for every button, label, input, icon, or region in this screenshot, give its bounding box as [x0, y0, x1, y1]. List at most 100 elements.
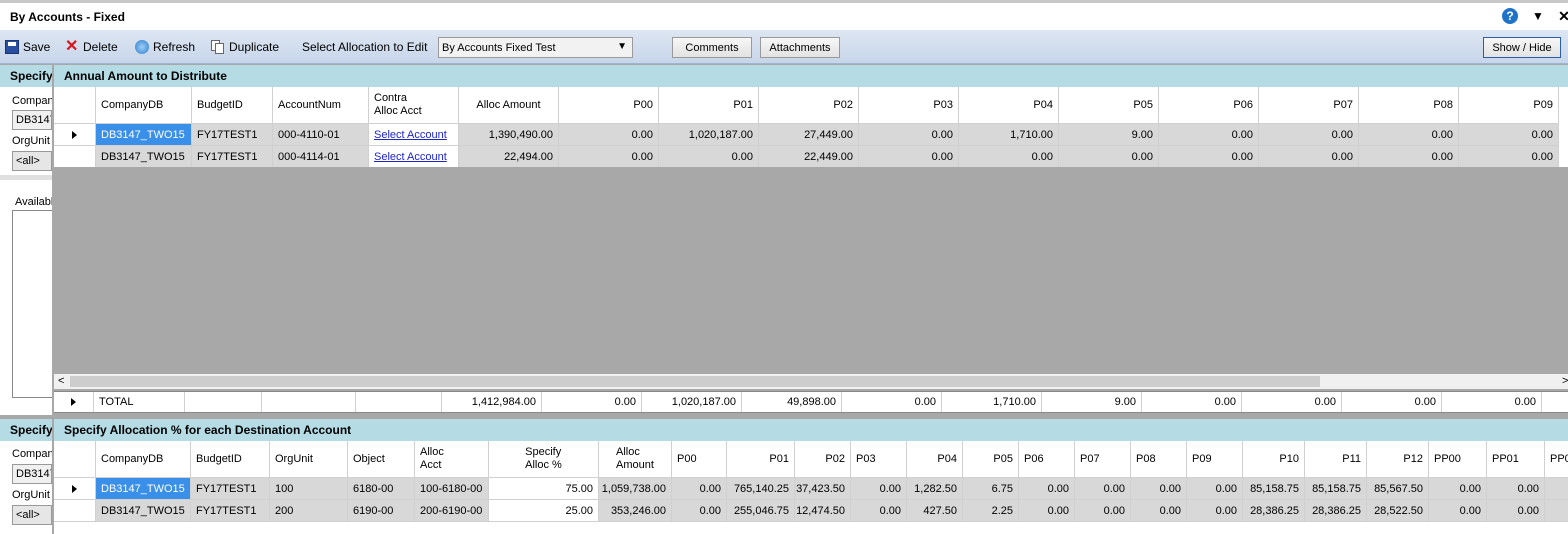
column-header[interactable]: P07	[1075, 441, 1131, 478]
table-cell[interactable]: 0.00	[1019, 478, 1075, 500]
company-field-bottom[interactable]: DB3147	[12, 464, 52, 484]
table-cell[interactable]: 765,140.25	[727, 478, 795, 500]
table-cell[interactable]: 0.00	[1075, 478, 1131, 500]
column-header[interactable]: P06	[1019, 441, 1075, 478]
alloc-amount-cell[interactable]: 22,494.00	[459, 146, 559, 167]
table-cell[interactable]: 0.00	[859, 124, 959, 146]
table-cell[interactable]: 0.00	[1019, 500, 1075, 522]
column-header[interactable]: P05	[1059, 87, 1159, 124]
table-cell[interactable]: 0.00	[672, 500, 727, 522]
close-icon[interactable]: ✕	[1556, 8, 1568, 24]
duplicate-button[interactable]: Duplicate	[211, 38, 279, 56]
alloc-amount-cell[interactable]: 353,246.00	[599, 500, 672, 522]
column-header[interactable]: BudgetID	[192, 87, 273, 124]
table-cell[interactable]: 0.00	[1487, 478, 1545, 500]
attachments-button[interactable]: Attachments	[760, 37, 840, 58]
orgunit-select-bottom[interactable]: <all>	[12, 505, 52, 525]
table-cell[interactable]: 0.00	[1487, 500, 1545, 522]
table-cell[interactable]: 85,158.75	[1305, 478, 1367, 500]
scroll-left-arrow[interactable]: <	[58, 375, 64, 387]
table-cell[interactable]: 27,449.00	[759, 124, 859, 146]
column-header[interactable]: P03	[859, 87, 959, 124]
column-header[interactable]: Alloc Acct	[415, 441, 489, 478]
table-cell[interactable]: 0.00	[851, 478, 907, 500]
column-header[interactable]: OrgUnit	[270, 441, 348, 478]
table-cell[interactable]: 12,474.50	[795, 500, 851, 522]
orgunit-select[interactable]: <all>	[12, 151, 52, 171]
table-cell[interactable]: 0.00	[851, 500, 907, 522]
companydb-cell[interactable]: DB3147_TWO15	[96, 146, 192, 167]
table-cell[interactable]: 0.00	[1131, 478, 1187, 500]
column-header[interactable]: PP01	[1487, 441, 1545, 478]
budgetid-cell[interactable]: FY17TEST1	[192, 124, 273, 146]
scroll-right-arrow[interactable]: >	[1562, 375, 1568, 387]
column-header[interactable]: P10	[1243, 441, 1305, 478]
table-cell[interactable]: 0.00	[659, 146, 759, 167]
select-account-link[interactable]: Select Account	[374, 129, 447, 141]
alloc-acct-cell[interactable]: 100-6180-00	[415, 478, 489, 500]
alloc-amount-cell[interactable]: 1,059,738.00	[599, 478, 672, 500]
column-header[interactable]: P06	[1159, 87, 1259, 124]
table-cell[interactable]: 0.00	[959, 146, 1059, 167]
table-cell[interactable]: 28,386.25	[1243, 500, 1305, 522]
delete-button[interactable]: ✕ Delete	[65, 38, 118, 56]
column-header[interactable]: P11	[1305, 441, 1367, 478]
alloc-acct-cell[interactable]: 200-6190-00	[415, 500, 489, 522]
allocation-select[interactable]: By Accounts Fixed Test ▼	[438, 37, 633, 58]
table-cell[interactable]: 0.00	[1259, 124, 1359, 146]
object-cell[interactable]: 6180-00	[348, 478, 415, 500]
column-header[interactable]: P00	[672, 441, 727, 478]
column-header[interactable]: Specify Alloc %	[489, 441, 599, 478]
table-cell[interactable]: 0.00	[859, 146, 959, 167]
accountnum-cell[interactable]: 000-4114-01	[273, 146, 369, 167]
horizontal-scrollbar[interactable]: < >	[54, 374, 1568, 389]
column-header[interactable]: P07	[1259, 87, 1359, 124]
table-cell[interactable]: 28,386.25	[1305, 500, 1367, 522]
table-cell[interactable]: 0.00	[559, 124, 659, 146]
column-header[interactable]: P08	[1359, 87, 1459, 124]
table-cell[interactable]: 0.00	[1075, 500, 1131, 522]
table-cell[interactable]: 22,449.00	[759, 146, 859, 167]
column-header[interactable]: Alloc Amount	[599, 441, 672, 478]
column-header[interactable]: P02	[759, 87, 859, 124]
table-cell[interactable]: 28,522.50	[1367, 500, 1429, 522]
table-cell[interactable]: 2.25	[963, 500, 1019, 522]
column-header[interactable]: P05	[963, 441, 1019, 478]
column-header[interactable]: P09	[1459, 87, 1559, 124]
column-header[interactable]: P12	[1367, 441, 1429, 478]
column-header[interactable]: P00	[559, 87, 659, 124]
table-cell[interactable]: 0.00	[1131, 500, 1187, 522]
column-header[interactable]: BudgetID	[191, 441, 270, 478]
table-cell[interactable]: 427.50	[907, 500, 963, 522]
available-list[interactable]	[12, 210, 52, 398]
save-button[interactable]: Save	[5, 38, 50, 56]
table-cell[interactable]: 255,046.75	[727, 500, 795, 522]
table-cell[interactable]: 0.00	[559, 146, 659, 167]
column-header[interactable]: P08	[1131, 441, 1187, 478]
comments-button[interactable]: Comments	[672, 37, 752, 58]
column-header[interactable]: CompanyDB	[96, 441, 191, 478]
scrollbar-thumb[interactable]	[70, 376, 1320, 387]
column-header[interactable]: Alloc Amount	[459, 87, 559, 124]
dropdown-menu-icon[interactable]: ▼	[1530, 8, 1546, 24]
table-cell[interactable]: 0.00	[1159, 146, 1259, 167]
companydb-cell[interactable]: DB3147_TWO15	[96, 124, 192, 146]
table-cell[interactable]: 0.00	[1059, 146, 1159, 167]
column-header[interactable]: PP02	[1545, 441, 1568, 478]
column-header[interactable]: P03	[851, 441, 907, 478]
column-header[interactable]: PP00	[1429, 441, 1487, 478]
column-header[interactable]: P01	[727, 441, 795, 478]
column-header[interactable]: P09	[1187, 441, 1243, 478]
table-cell[interactable]: 0.00	[672, 478, 727, 500]
show-hide-button[interactable]: Show / Hide	[1483, 37, 1561, 58]
accountnum-cell[interactable]: 000-4110-01	[273, 124, 369, 146]
table-cell[interactable]: 6.75	[963, 478, 1019, 500]
alloc-amount-cell[interactable]: 1,390,490.00	[459, 124, 559, 146]
budgetid-cell[interactable]: FY17TEST1	[191, 500, 270, 522]
table-cell[interactable]: 85,158.75	[1243, 478, 1305, 500]
row-indicator[interactable]	[54, 124, 96, 146]
column-header[interactable]: P02	[795, 441, 851, 478]
row-indicator[interactable]	[54, 500, 96, 522]
table-cell[interactable]: 0.00	[1359, 124, 1459, 146]
alloc-percent-input[interactable]: 25.00	[489, 500, 599, 522]
